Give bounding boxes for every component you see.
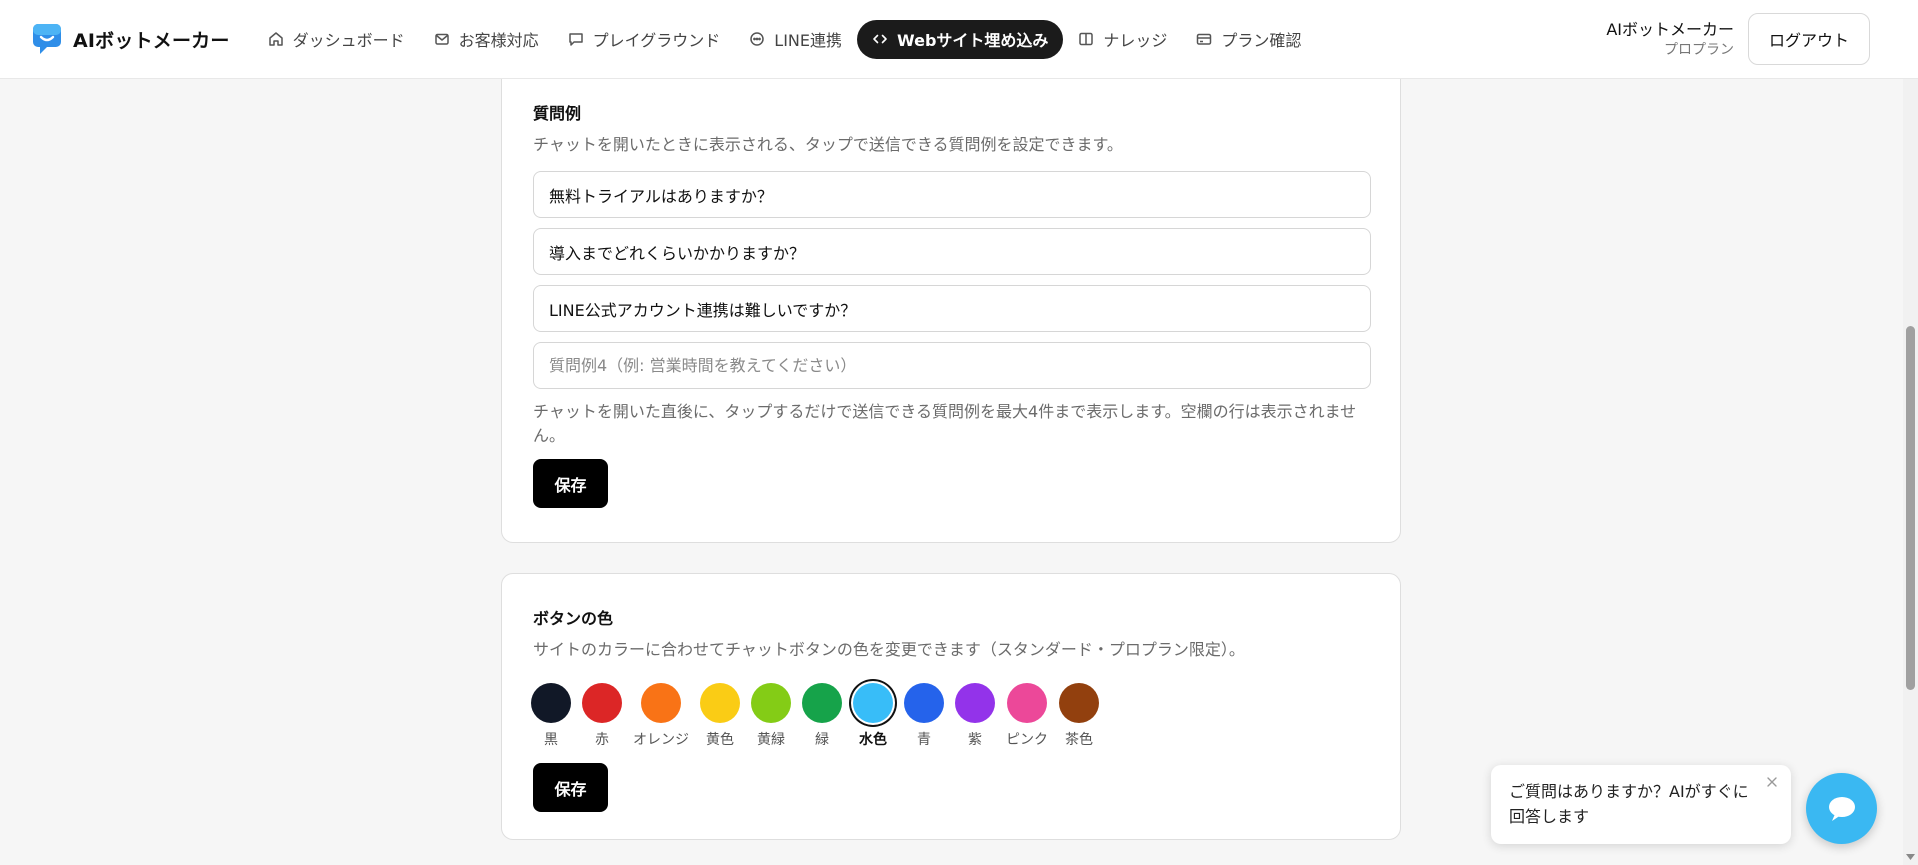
swatch-circle xyxy=(955,683,995,723)
home-icon xyxy=(268,32,283,46)
color-swatch-brown[interactable]: 茶色 xyxy=(1059,683,1099,749)
brand[interactable]: AIボットメーカー xyxy=(32,23,230,55)
nav-item-label: プレイグラウンド xyxy=(592,31,721,50)
top-navigation-bar: AIボットメーカー ダッシュボード お客様対応 プレイグラウンド LINE連携 … xyxy=(0,0,1918,79)
swatch-label: 黄緑 xyxy=(757,732,785,748)
code-icon xyxy=(873,34,887,44)
book-icon xyxy=(1079,32,1094,46)
swatch-label: 紫 xyxy=(968,732,982,748)
brand-logo-icon xyxy=(33,24,61,54)
close-icon[interactable] xyxy=(1765,775,1779,789)
swatch-label: ピンク xyxy=(1006,732,1048,748)
swatch-circle xyxy=(582,683,622,723)
swatch-circle xyxy=(751,683,791,723)
color-swatch-yellow[interactable]: 黄色 xyxy=(700,683,740,749)
color-swatch-purple[interactable]: 紫 xyxy=(955,683,995,749)
question-input-4[interactable] xyxy=(533,342,1371,389)
swatch-label: 緑 xyxy=(815,732,829,748)
swatch-label: 黒 xyxy=(544,732,558,748)
nav-item-line[interactable]: LINE連携 xyxy=(735,20,856,59)
question-input-list xyxy=(533,171,1371,389)
help-text: チャットを開いた直後に、タップするだけで送信できる質問例を最大4件まで表示します… xyxy=(533,402,1357,445)
swatch-label: 黄色 xyxy=(706,732,734,748)
swatch-label: 青 xyxy=(917,732,931,748)
card-title: ボタンの色 xyxy=(533,609,614,628)
question-input-3[interactable] xyxy=(533,285,1371,332)
swatch-label: 赤 xyxy=(595,732,609,748)
main-nav: ダッシュボード お客様対応 プレイグラウンド LINE連携 Webサイト埋め込み… xyxy=(254,19,1317,59)
nav-item-label: プラン確認 xyxy=(1221,31,1302,50)
chat-launcher-button[interactable] xyxy=(1806,773,1877,844)
nav-item-dashboard[interactable]: ダッシュボード xyxy=(254,20,419,59)
swatch-circle xyxy=(1059,683,1099,723)
nav-item-label: Webサイト埋め込み xyxy=(897,31,1049,50)
nav-item-label: LINE連携 xyxy=(774,31,843,50)
card-description: チャットを開いたときに表示される、タップで送信できる質問例を設定できます。 xyxy=(533,135,1123,154)
chat-bubble-icon xyxy=(568,33,583,46)
color-swatch-orange[interactable]: オレンジ xyxy=(633,683,689,749)
nav-item-website-embed[interactable]: Webサイト埋め込み xyxy=(857,19,1064,59)
swatch-circle xyxy=(802,683,842,723)
color-swatch-blue[interactable]: 青 xyxy=(904,683,944,749)
user-plan: プロプラン xyxy=(1663,42,1734,58)
swatch-label: オレンジ xyxy=(633,732,689,748)
color-swatch-yellow-green[interactable]: 黄緑 xyxy=(751,683,791,749)
nav-item-knowledge[interactable]: ナレッジ xyxy=(1064,20,1181,59)
question-input-1[interactable] xyxy=(533,171,1371,218)
nav-item-customer-support[interactable]: お客様対応 xyxy=(420,20,553,59)
user-name: AIボットメーカー xyxy=(1606,20,1734,39)
button-color-card: ボタンの色 サイトのカラーに合わせてチャットボタンの色を変更できます（スタンダー… xyxy=(501,573,1401,840)
scrollbar-thumb[interactable] xyxy=(1906,326,1915,690)
swatch-circle xyxy=(641,683,681,723)
swatch-circle xyxy=(700,683,740,723)
nav-item-label: ダッシュボード xyxy=(292,31,405,50)
nav-item-label: お客様対応 xyxy=(458,31,539,50)
save-questions-button[interactable]: 保存 xyxy=(533,459,608,508)
color-swatch-pink[interactable]: ピンク xyxy=(1006,683,1048,749)
color-swatch-list: 黒 赤 オレンジ 黄色 黄緑 緑 水色 青 紫 ピンク 茶色 xyxy=(531,683,1369,749)
color-swatch-red[interactable]: 赤 xyxy=(582,683,622,749)
color-swatch-green[interactable]: 緑 xyxy=(802,683,842,749)
line-icon xyxy=(750,32,765,46)
swatch-circle xyxy=(904,683,944,723)
mail-icon xyxy=(434,33,449,45)
card-description: サイトのカラーに合わせてチャットボタンの色を変更できます（スタンダード・プロプラ… xyxy=(533,640,1245,659)
chat-greeting-text: ご質問はありますか？AIがすぐに回答します xyxy=(1509,782,1749,826)
swatch-label: 茶色 xyxy=(1065,732,1093,748)
swatch-circle xyxy=(531,683,571,723)
chat-greeting-bubble[interactable]: ご質問はありますか？AIがすぐに回答します xyxy=(1491,765,1791,844)
user-info: AIボットメーカー プロプラン xyxy=(1606,19,1734,59)
logout-button[interactable]: ログアウト xyxy=(1747,13,1870,65)
swatch-circle xyxy=(1007,683,1047,723)
color-swatch-light-blue[interactable]: 水色 xyxy=(853,683,893,749)
brand-name: AIボットメーカー xyxy=(73,29,230,52)
credit-card-icon xyxy=(1197,33,1212,45)
chat-icon xyxy=(1828,796,1855,821)
account-area: AIボットメーカー プロプラン ログアウト xyxy=(1606,13,1870,65)
save-color-button[interactable]: 保存 xyxy=(533,763,608,812)
page-scrollbar[interactable] xyxy=(1903,0,1918,865)
scroll-down-arrow-icon[interactable] xyxy=(1906,854,1915,860)
swatch-label: 水色 xyxy=(859,732,887,748)
color-swatch-black[interactable]: 黒 xyxy=(531,683,571,749)
card-title: 質問例 xyxy=(533,104,582,123)
nav-item-label: ナレッジ xyxy=(1103,31,1168,50)
question-input-2[interactable] xyxy=(533,228,1371,275)
suggested-questions-card: 質問例 チャットを開いたときに表示される、タップで送信できる質問例を設定できます… xyxy=(501,40,1401,543)
nav-item-playground[interactable]: プレイグラウンド xyxy=(554,20,735,59)
swatch-circle xyxy=(853,683,893,723)
nav-item-plan[interactable]: プラン確認 xyxy=(1182,20,1315,59)
